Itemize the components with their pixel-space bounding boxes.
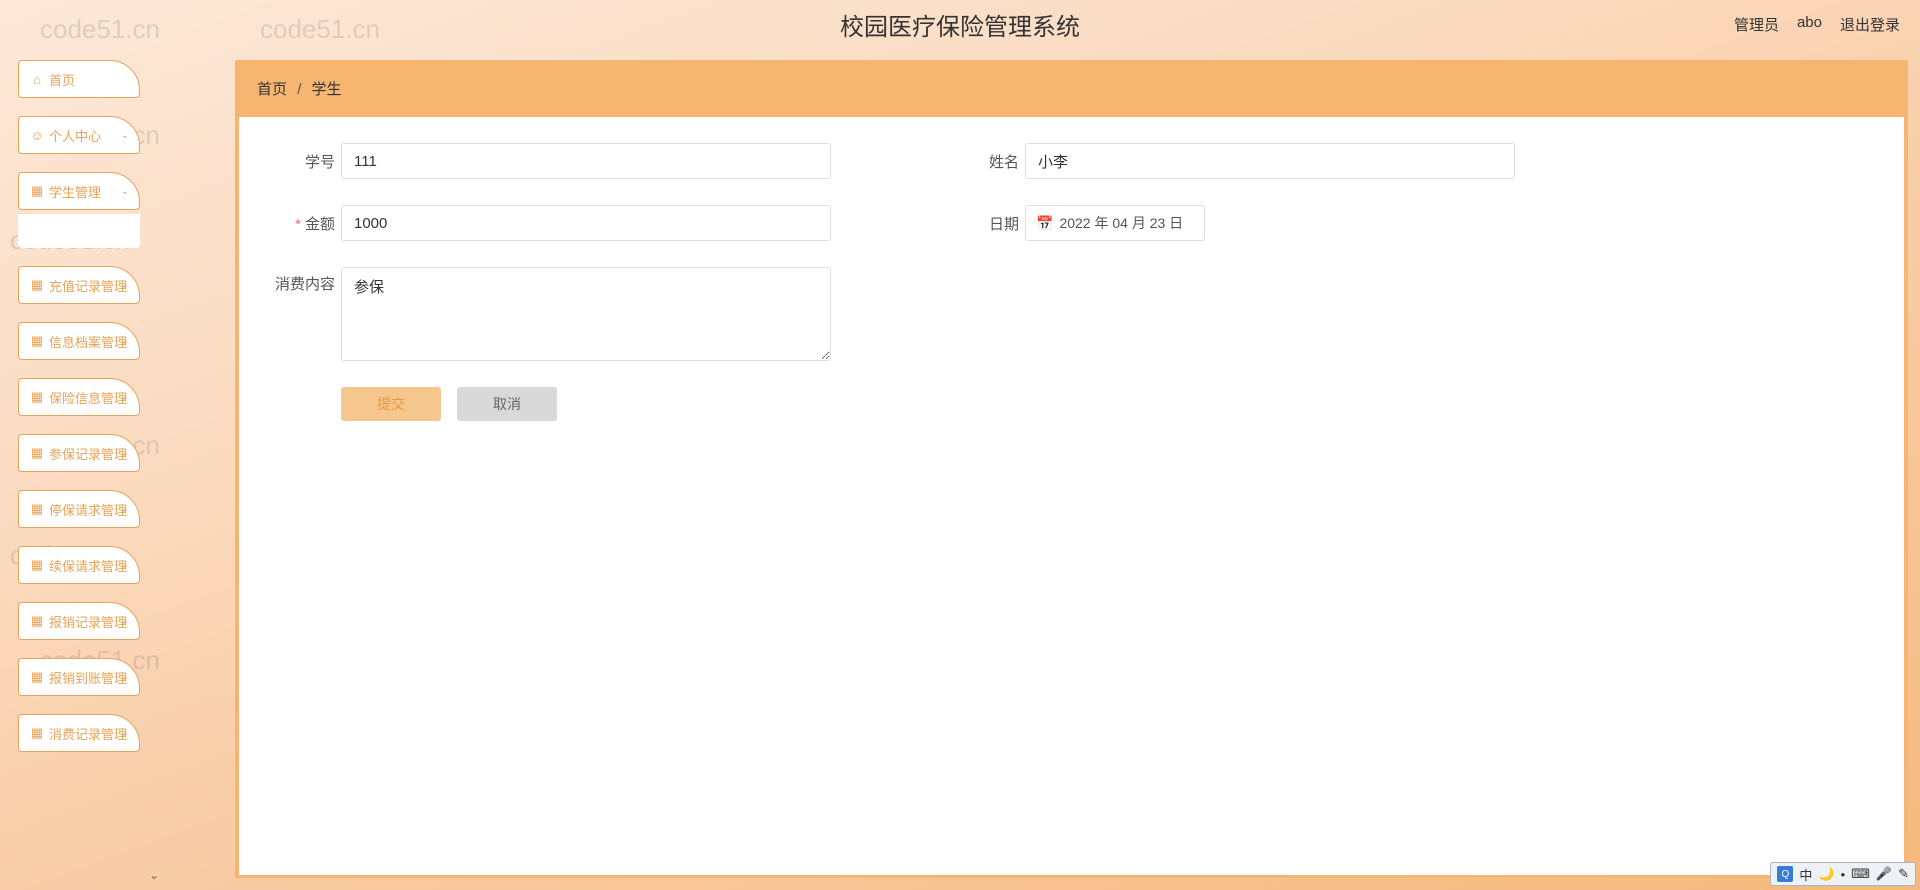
grid-icon: ▦	[31, 727, 43, 739]
grid-icon: ▦	[31, 559, 43, 571]
ime-mic-icon[interactable]: 🎤	[1876, 866, 1892, 882]
sidebar-item-label: 续保请求管理	[49, 556, 127, 575]
sidebar-item-profile[interactable]: ☺ 个人中心 ⌄	[18, 116, 140, 154]
sidebar-item-label: 个人中心	[49, 126, 101, 145]
content-textarea[interactable]	[341, 267, 831, 361]
breadcrumb-home[interactable]: 首页	[257, 81, 287, 98]
grid-icon: ▦	[31, 615, 43, 627]
chevron-down-icon: ⌄	[121, 392, 129, 403]
home-icon: ⌂	[31, 73, 43, 85]
chevron-down-icon: ⌄	[121, 448, 129, 459]
cancel-button[interactable]: 取消	[457, 387, 557, 421]
sidebar-item-label: 报销到账管理	[49, 668, 127, 687]
ime-moon-icon[interactable]: 🌙	[1818, 866, 1834, 882]
grid-icon: ▦	[31, 671, 43, 683]
breadcrumb: 首页 / 学生	[237, 62, 1906, 115]
sidebar-item-label: 参保记录管理	[49, 444, 127, 463]
user-icon: ☺	[31, 129, 43, 141]
chevron-down-icon: ⌄	[121, 560, 129, 571]
amount-input[interactable]	[341, 205, 831, 241]
sidebar-item-label: 消费记录管理	[49, 724, 127, 743]
grid-icon: ▦	[31, 279, 43, 291]
chevron-down-icon: ⌄	[121, 280, 129, 291]
sidebar-item-insurance-info[interactable]: ▦ 保险信息管理 ⌄	[18, 378, 140, 416]
ime-punct-icon[interactable]: •	[1841, 867, 1846, 882]
username[interactable]: abo	[1797, 14, 1822, 35]
name-input[interactable]	[1025, 143, 1515, 179]
sidebar-item-home[interactable]: ⌂ 首页	[18, 60, 140, 98]
main-content: 首页 / 学生 学号 姓名 金额	[165, 48, 1920, 890]
header-right: 管理员 abo 退出登录	[1734, 14, 1900, 35]
name-label: 姓名	[951, 151, 1019, 172]
chevron-down-icon: ⌄	[121, 672, 129, 683]
header: 校园医疗保险管理系统 管理员 abo 退出登录	[0, 0, 1920, 48]
sidebar-item-label: 信息档案管理	[49, 332, 127, 351]
sidebar-subitem[interactable]	[18, 214, 140, 248]
sidebar-item-label: 充值记录管理	[49, 276, 127, 295]
ime-keyboard-icon[interactable]: ⌨	[1851, 866, 1870, 882]
chevron-down-icon: ⌄	[121, 728, 129, 739]
grid-icon: ▦	[31, 391, 43, 403]
sidebar-item-reimburse-record[interactable]: ▦ 报销记录管理 ⌄	[18, 602, 140, 640]
grid-icon: ▦	[31, 335, 43, 347]
chevron-down-icon: ⌄	[121, 504, 129, 515]
sidebar-item-label: 停保请求管理	[49, 500, 127, 519]
chevron-down-icon: ⌄	[121, 336, 129, 347]
ime-settings-icon[interactable]: ✎	[1898, 866, 1909, 882]
logout-link[interactable]: 退出登录	[1840, 14, 1900, 35]
date-input[interactable]: 📅 2022 年 04 月 23 日	[1025, 205, 1205, 241]
ime-toolbar[interactable]: Q 中 🌙 • ⌨ 🎤 ✎	[1770, 862, 1916, 886]
sidebar-item-label: 报销记录管理	[49, 612, 127, 631]
ime-logo-icon: Q	[1777, 866, 1793, 882]
calendar-icon: 📅	[1036, 215, 1053, 232]
scroll-down-icon[interactable]: ⌄	[149, 868, 159, 882]
chevron-down-icon: ⌄	[121, 130, 129, 141]
app-title: 校园医疗保险管理系统	[840, 7, 1080, 42]
student-id-input[interactable]	[341, 143, 831, 179]
chevron-down-icon: ⌄	[121, 186, 129, 197]
sidebar-item-recharge[interactable]: ▦ 充值记录管理 ⌄	[18, 266, 140, 304]
sidebar-item-reimburse-arrival[interactable]: ▦ 报销到账管理 ⌄	[18, 658, 140, 696]
role-label: 管理员	[1734, 14, 1779, 35]
sidebar: ⌂ 首页 ☺ 个人中心 ⌄ ▦ 学生管理 ⌄ ▦ 充值记录管理 ⌄ ▦ 信息档案…	[0, 48, 165, 890]
submit-button[interactable]: 提交	[341, 387, 441, 421]
date-value: 2022 年 04 月 23 日	[1059, 213, 1183, 233]
sidebar-item-label: 学生管理	[49, 182, 101, 201]
sidebar-item-label: 保险信息管理	[49, 388, 127, 407]
sidebar-item-consume-record[interactable]: ▦ 消费记录管理 ⌄	[18, 714, 140, 752]
breadcrumb-current: 学生	[312, 81, 342, 98]
sidebar-item-info-archive[interactable]: ▦ 信息档案管理 ⌄	[18, 322, 140, 360]
content-label: 消费内容	[267, 267, 335, 294]
panel: 首页 / 学生 学号 姓名 金额	[235, 60, 1908, 878]
student-id-label: 学号	[267, 151, 335, 172]
amount-label: 金额	[267, 213, 335, 234]
grid-icon: ▦	[31, 185, 43, 197]
grid-icon: ▦	[31, 447, 43, 459]
form-area: 学号 姓名 金额 日期 📅	[239, 117, 1904, 875]
date-label: 日期	[951, 213, 1019, 234]
chevron-down-icon: ⌄	[121, 616, 129, 627]
ime-lang[interactable]: 中	[1799, 865, 1812, 884]
sidebar-item-student[interactable]: ▦ 学生管理 ⌄	[18, 172, 140, 210]
sidebar-item-label: 首页	[49, 70, 75, 89]
grid-icon: ▦	[31, 503, 43, 515]
sidebar-item-enroll-record[interactable]: ▦ 参保记录管理 ⌄	[18, 434, 140, 472]
breadcrumb-separator: /	[297, 81, 301, 98]
sidebar-item-stop-request[interactable]: ▦ 停保请求管理 ⌄	[18, 490, 140, 528]
sidebar-item-renew-request[interactable]: ▦ 续保请求管理 ⌄	[18, 546, 140, 584]
